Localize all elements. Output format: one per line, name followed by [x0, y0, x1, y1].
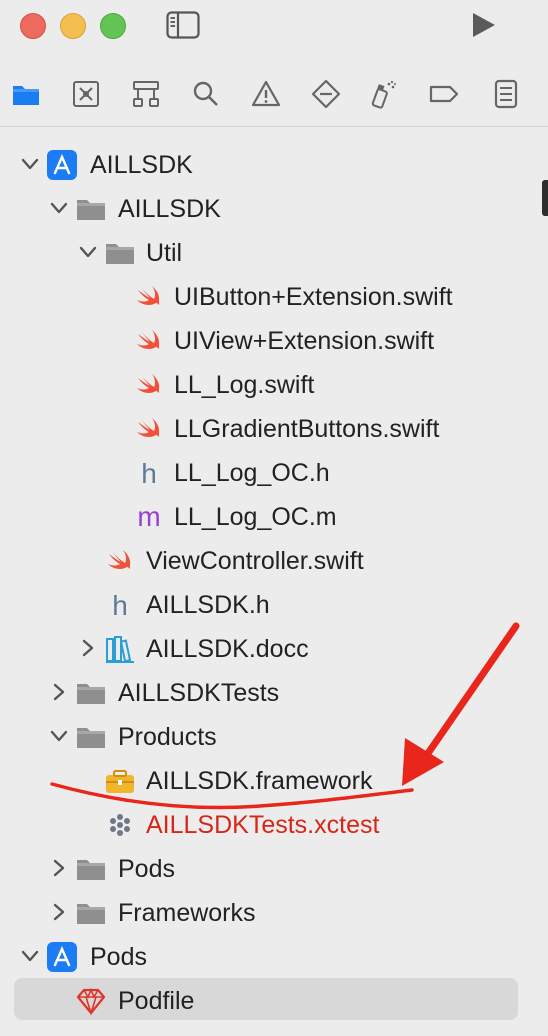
tree-row[interactable]: AILLSDK [0, 142, 548, 186]
tree-item-label: Podfile [118, 987, 195, 1015]
xcode-project-icon [47, 150, 77, 180]
folder-icon [77, 904, 105, 924]
tree-row[interactable]: Pods [0, 934, 548, 978]
objc-file-icon: m [137, 501, 160, 532]
tree-item-label: Util [146, 239, 183, 267]
tree-row[interactable]: AILLSDKTests.xctest [0, 802, 548, 846]
tree-row[interactable]: UIView+Extension.swift [0, 318, 548, 362]
podfile-ruby-icon [76, 987, 106, 1016]
header-file-icon: h [141, 458, 157, 489]
debug-icon[interactable] [366, 78, 398, 110]
tree-row[interactable]: Podfile [0, 978, 548, 1022]
swift-file-icon [137, 374, 160, 393]
folder-icon [77, 860, 105, 880]
test-icon[interactable] [310, 78, 342, 110]
chevron-down-icon[interactable] [20, 154, 40, 174]
docc-icon [106, 636, 134, 663]
run-icon[interactable] [468, 10, 498, 40]
xcode-project-icon [47, 942, 77, 972]
swift-file-icon [137, 418, 160, 437]
tree-item-label: Pods [90, 943, 147, 971]
swift-file-icon [137, 330, 160, 349]
svg-text:h: h [141, 458, 157, 489]
project-navigator-icon[interactable] [10, 78, 42, 110]
tree-row[interactable]: ViewController.swift [0, 538, 548, 582]
tree-row[interactable]: h AILLSDK.h [0, 582, 548, 626]
chevron-down-icon[interactable] [78, 242, 98, 262]
tree-row[interactable]: AILLSDK [0, 186, 548, 230]
svg-text:m: m [137, 501, 160, 532]
chevron-right-icon[interactable] [49, 902, 69, 922]
zoom-icon[interactable] [100, 13, 126, 39]
chevron-right-icon[interactable] [49, 682, 69, 702]
sidebar-toggle-icon[interactable] [166, 11, 200, 39]
folder-icon [106, 244, 134, 264]
tree-row[interactable]: AILLSDK.docc [0, 626, 548, 670]
tree-row[interactable]: Frameworks [0, 890, 548, 934]
svg-text:h: h [112, 590, 128, 621]
tree-row[interactable]: h LL_Log_OC.h [0, 450, 548, 494]
tree-item-label: AILLSDK.docc [146, 635, 309, 663]
breakpoint-icon[interactable] [428, 78, 460, 110]
report-icon[interactable] [490, 78, 522, 110]
chevron-down-icon[interactable] [49, 198, 69, 218]
tree-row[interactable]: AILLSDK.framework [0, 758, 548, 802]
tree-item-label: LL_Log_OC.m [174, 503, 337, 531]
chevron-down-icon[interactable] [20, 946, 40, 966]
tree-item-label: ViewController.swift [146, 547, 364, 575]
navigator-tab-bar [0, 70, 548, 118]
issue-icon[interactable] [250, 78, 282, 110]
tree-row[interactable]: LL_Log.swift [0, 362, 548, 406]
folder-icon [77, 200, 105, 220]
tree-row[interactable]: UIButton+Extension.swift [0, 274, 548, 318]
find-icon[interactable] [190, 78, 222, 110]
tree-item-label: LL_Log_OC.h [174, 459, 330, 487]
swift-file-icon [108, 550, 131, 569]
header-file-icon: h [112, 590, 128, 621]
tree-row[interactable]: Pods [0, 846, 548, 890]
tree-item-label: UIView+Extension.swift [174, 327, 435, 355]
folder-icon [77, 684, 105, 704]
tree-item-label: Products [118, 723, 217, 751]
tree-item-label: LLGradientButtons.swift [174, 415, 440, 443]
tree-item-label: UIButton+Extension.swift [174, 283, 453, 311]
folder-icon [77, 728, 105, 748]
tree-item-label: AILLSDK.h [146, 591, 270, 619]
window-titlebar [0, 0, 548, 56]
tree-item-label: AILLSDK [118, 195, 221, 223]
tree-row[interactable]: LLGradientButtons.swift [0, 406, 548, 450]
close-icon[interactable] [20, 13, 46, 39]
swift-file-icon [137, 286, 160, 305]
tree-row[interactable]: m LL_Log_OC.m [0, 494, 548, 538]
chevron-right-icon[interactable] [78, 638, 98, 658]
tree-item-label: AILLSDK.framework [146, 767, 373, 795]
chevron-right-icon[interactable] [49, 858, 69, 878]
tree-item-label: LL_Log.swift [174, 371, 315, 399]
framework-toolbox-icon [106, 770, 134, 793]
tree-row[interactable]: Util [0, 230, 548, 274]
minimize-icon[interactable] [60, 13, 86, 39]
tree-row[interactable]: AILLSDKTests [0, 670, 548, 714]
symbol-navigator-icon[interactable] [130, 78, 162, 110]
source-control-icon[interactable] [70, 78, 102, 110]
toolbar-divider [0, 126, 548, 127]
tree-item-label: AILLSDK [90, 151, 193, 179]
tree-item-label: AILLSDKTests.xctest [146, 811, 380, 839]
tree-item-label: Pods [118, 855, 175, 883]
tree-row[interactable]: Products [0, 714, 548, 758]
tree-item-label: Frameworks [118, 899, 256, 927]
xctest-bundle-icon [110, 814, 130, 836]
chevron-down-icon[interactable] [49, 726, 69, 746]
tree-item-label: AILLSDKTests [118, 679, 280, 707]
